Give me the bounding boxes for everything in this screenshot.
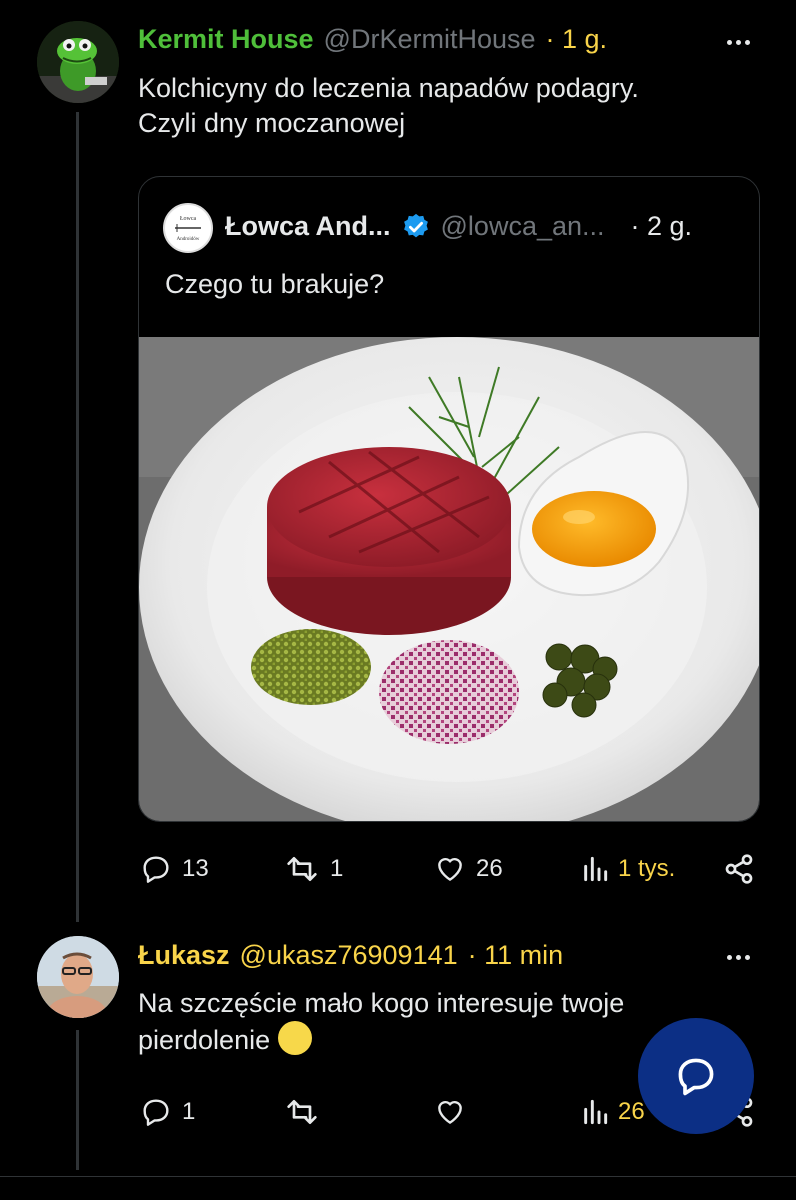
avatar-lukasz[interactable]	[37, 936, 119, 1018]
tweet1-view-count: 1 tys.	[618, 855, 676, 882]
tweet2-view-count: 26	[618, 1098, 645, 1125]
tweet2-author-name[interactable]: Łukasz	[138, 940, 230, 971]
retweet-icon	[287, 857, 317, 881]
reply-icon	[143, 856, 169, 883]
fab-reply-button[interactable]	[638, 1018, 754, 1134]
tweet1-more-icon[interactable]	[727, 40, 750, 45]
tweet1-author-name[interactable]: Kermit House	[138, 24, 314, 55]
svg-text:Łowca: Łowca	[180, 216, 197, 222]
quoted-tweet[interactable]: Łowca Androidów Łowca And... @lowca_an..…	[138, 176, 760, 822]
tweet2-time[interactable]: · 11 min	[468, 940, 564, 971]
tweet1-text-line1: Kolchicyny do leczenia napadów podagry.	[138, 73, 639, 103]
retweet-icon	[287, 1100, 317, 1124]
compose-reply-icon	[678, 1058, 714, 1096]
heart-icon	[438, 857, 462, 881]
quote-avatar[interactable]: Łowca Androidów	[163, 203, 213, 253]
tweet1-views-button[interactable]: 1 tys.	[580, 853, 675, 885]
avatar-kermit[interactable]	[37, 21, 119, 103]
tweet2-header: Łukasz @ukasz76909141 · 11 min	[138, 940, 563, 971]
quote-media-image[interactable]	[139, 337, 759, 821]
share-icon	[725, 854, 753, 884]
tweet1-share-button[interactable]	[722, 853, 756, 885]
tweet1-reply-count: 13	[182, 855, 209, 882]
tweet1-handle[interactable]: @DrKermitHouse	[324, 24, 536, 55]
tweet2-reply-button[interactable]: 1	[138, 1096, 195, 1128]
smile-emoji-icon: 😃	[277, 1021, 312, 1055]
quote-author-name[interactable]: Łowca And...	[225, 211, 391, 242]
quote-text: Czego tu brakuje?	[165, 269, 385, 299]
tweet2-reply-count: 1	[182, 1098, 196, 1125]
tweet1-like-button[interactable]: 26	[432, 853, 503, 885]
reply-icon	[143, 1099, 169, 1126]
thread-line-top	[76, 112, 79, 922]
tweet2-handle[interactable]: @ukasz76909141	[240, 940, 458, 971]
quote-time[interactable]: · 2 g.	[631, 211, 693, 242]
tweet1-text: Kolchicyny do leczenia napadów podagry. …	[138, 71, 758, 141]
tweet2-like-button[interactable]	[432, 1096, 468, 1128]
bottom-divider	[0, 1176, 796, 1177]
tweet2-text-line2: pierdolenie	[138, 1025, 271, 1055]
tweet1-retweet-count: 1	[330, 855, 344, 882]
tweet2-views-button[interactable]: 26	[580, 1096, 645, 1128]
views-icon	[584, 1099, 608, 1125]
tweet1-header: Kermit House @DrKermitHouse · 1 g.	[138, 24, 607, 55]
quote-header: Łowca And... @lowca_an... · 2 g.	[225, 211, 692, 242]
tweet1-reply-button[interactable]: 13	[138, 853, 209, 885]
thread-line-bottom	[76, 1030, 79, 1170]
tweet1-text-line2: Czyli dny moczanowej	[138, 108, 406, 138]
heart-icon	[438, 1100, 462, 1124]
tweet2-text-line1: Na szczęście mało kogo interesuje twoje	[138, 988, 625, 1018]
svg-text:Androidów: Androidów	[177, 237, 200, 242]
quote-handle[interactable]: @lowca_an...	[441, 211, 605, 242]
tweet1-like-count: 26	[476, 855, 503, 882]
tweet2-retweet-button[interactable]	[282, 1096, 322, 1128]
verified-badge-icon	[401, 212, 431, 242]
tweet2-more-icon[interactable]	[727, 955, 750, 960]
tweet1-time[interactable]: · 1 g.	[546, 24, 608, 55]
tweet1-retweet-button[interactable]: 1	[282, 853, 343, 885]
views-icon	[584, 856, 608, 882]
